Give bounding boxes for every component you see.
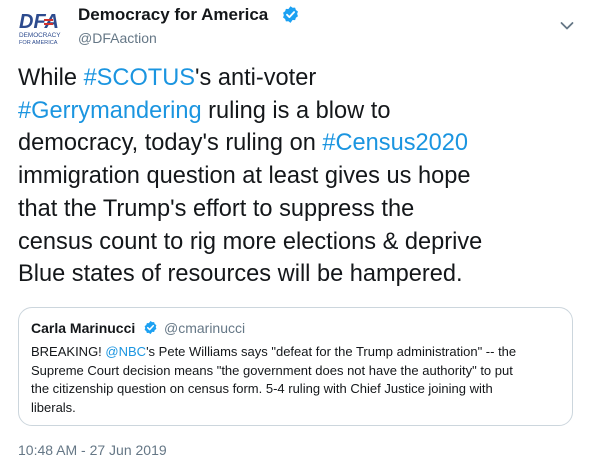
text-line: democracy, today's ruling on #Census2020 — [18, 127, 583, 160]
quoted-text-segment: liberals. — [31, 399, 76, 415]
tweet-text-segment: ruling is a blow to — [201, 97, 391, 124]
author-handle[interactable]: @DFAaction — [78, 30, 157, 46]
tweet-text-segment: immigration question at least gives us h… — [18, 163, 471, 190]
quoted-author-display-name[interactable]: Carla Marinucci — [31, 320, 135, 336]
chevron-down-icon[interactable] — [560, 18, 574, 30]
tweet-text-segment: While — [18, 65, 84, 91]
tweet-text-segment: Blue states of resources will be hampere… — [18, 261, 463, 288]
quoted-tweet-text: BREAKING! @NBC's Pete Williams says "def… — [31, 343, 571, 417]
text-line: While #SCOTUS's anti-voter — [18, 62, 583, 95]
quoted-tweet[interactable]: Carla Marinucci @cmarinucci BREAKING! @N… — [18, 307, 573, 426]
tweet-text: While #SCOTUS's anti-voter #Gerrymanderin… — [18, 62, 583, 291]
tweet-text-segment: democracy, today's ruling on — [18, 130, 323, 157]
avatar-logo-stripe — [44, 19, 53, 21]
avatar-logo-stripe — [44, 23, 53, 25]
tweet-text-segment: that the Trump's effort to suppress the — [18, 195, 415, 222]
avatar-subtitle-line: FOR AMERICA — [19, 40, 58, 46]
mention-link[interactable]: @NBC — [105, 344, 146, 359]
text-line: liberals. — [31, 399, 571, 418]
hashtag-link[interactable]: #Gerrymandering — [18, 98, 202, 124]
text-line: BREAKING! @NBC's Pete Williams says "def… — [31, 343, 571, 362]
text-line: that the Trump's effort to suppress the — [18, 193, 583, 226]
quoted-author-handle[interactable]: @cmarinucci — [164, 320, 245, 336]
quoted-text-segment: the citizenship question on census form.… — [31, 381, 493, 397]
hashtag-link[interactable]: #SCOTUS — [84, 65, 195, 91]
avatar[interactable]: DFA DEMOCRACY FOR AMERICA — [18, 8, 68, 48]
verified-badge-icon — [281, 5, 300, 24]
text-line: Blue states of resources will be hampere… — [18, 258, 583, 291]
text-line: #Gerrymandering ruling is a blow to — [18, 95, 583, 128]
text-line: census count to rig more elections & dep… — [18, 226, 583, 259]
text-line: the citizenship question on census form.… — [31, 380, 571, 399]
tweet-text-segment: 's anti-voter — [195, 65, 317, 91]
tweet-card: DFA DEMOCRACY FOR AMERICA Democracy for … — [0, 0, 590, 463]
quoted-text-segment: Supreme Court decision means "the govern… — [31, 362, 513, 378]
tweet-text-segment: census count to rig more elections & dep… — [18, 228, 483, 255]
avatar-logo-text: DFA — [19, 11, 59, 33]
text-line: Supreme Court decision means "the govern… — [31, 362, 571, 381]
verified-badge-icon — [143, 320, 158, 335]
author-display-name[interactable]: Democracy for America — [78, 5, 268, 25]
avatar-subtitle-line: DEMOCRACY — [19, 32, 61, 39]
tweet-timestamp[interactable]: 10:48 AM - 27 Jun 2019 — [18, 442, 167, 458]
text-line: immigration question at least gives us h… — [18, 160, 583, 193]
quoted-text-segment: 's Pete Williams says "defeat for the Tr… — [146, 344, 517, 359]
hashtag-link[interactable]: #Census2020 — [322, 130, 468, 156]
quoted-text-segment: BREAKING! — [31, 344, 106, 359]
